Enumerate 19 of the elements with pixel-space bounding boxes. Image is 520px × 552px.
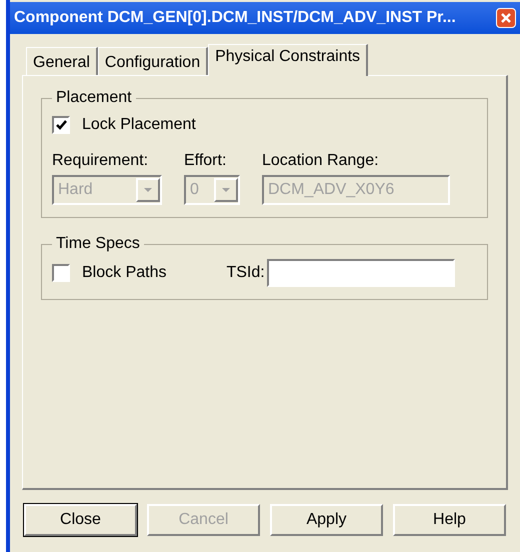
tab[interactable]: General [26, 47, 98, 75]
tab[interactable]: Physical Constraints [208, 44, 368, 76]
tsid-field[interactable] [266, 259, 455, 287]
dialog-button[interactable]: Apply [270, 504, 383, 536]
checkbox[interactable] [52, 264, 70, 282]
caret-down-icon [221, 187, 231, 193]
checkbox-label: Block Paths [82, 263, 166, 283]
field-label: Location Range: [262, 151, 380, 171]
field-label: Effort: [184, 151, 228, 171]
close-icon[interactable] [496, 8, 516, 28]
dialog-button[interactable]: Close [24, 504, 137, 536]
caret-down-icon [143, 187, 153, 193]
window-title: Component DCM_GEN[0].DCM_INST/DCM_ADV_INST Pr... [14, 8, 457, 28]
checkbox-label: Lock Placement [82, 115, 196, 135]
dialog-button[interactable]: Help [393, 504, 506, 536]
field-label: Requirement: [52, 151, 150, 171]
field-label: TSId: [226, 263, 265, 283]
checkmark-icon [56, 120, 66, 130]
checkbox[interactable] [52, 116, 70, 134]
